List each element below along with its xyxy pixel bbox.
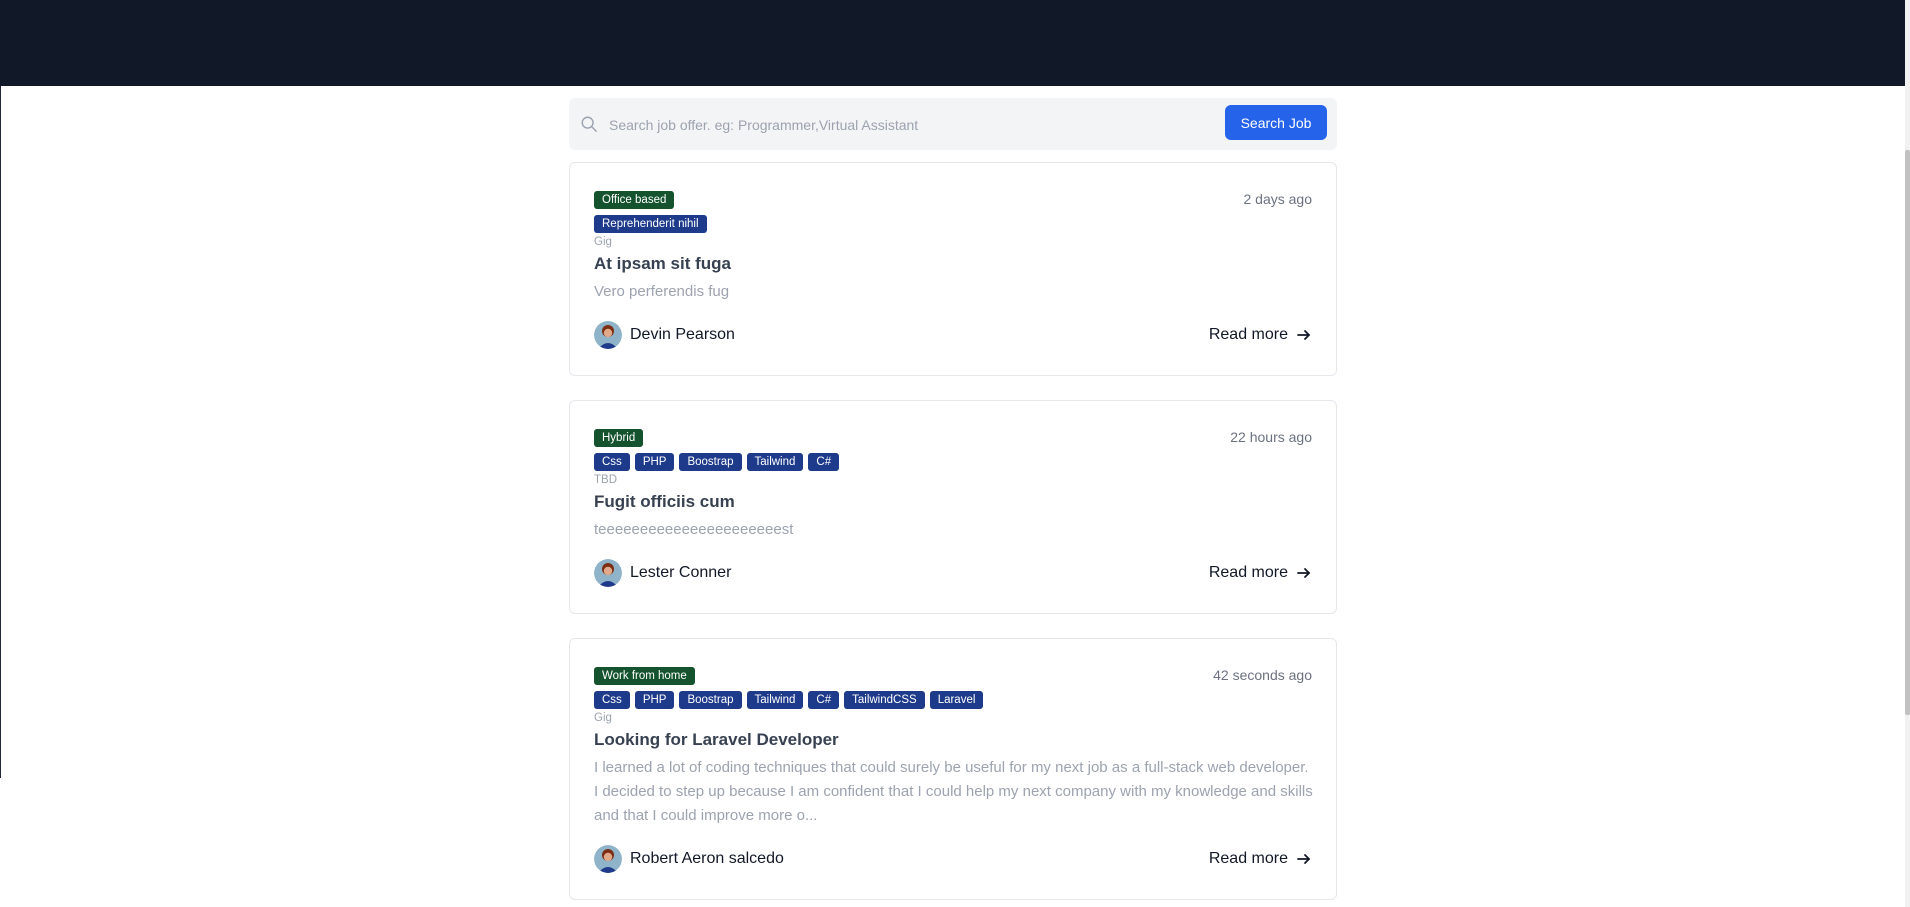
skill-tag: Tailwind bbox=[746, 691, 804, 709]
read-more-label: Read more bbox=[1208, 326, 1288, 343]
search-input[interactable] bbox=[607, 108, 1261, 142]
job-card[interactable]: 42 seconds ago Work from home Css PHP Bo… bbox=[569, 638, 1337, 900]
job-author: Devin Pearson bbox=[594, 321, 735, 349]
skill-tag: PHP bbox=[634, 691, 675, 709]
left-edge-divider bbox=[0, 86, 1, 778]
job-description: I learned a lot of coding techniques tha… bbox=[594, 759, 1313, 824]
location-tags: Hybrid bbox=[594, 429, 644, 447]
avatar bbox=[594, 321, 622, 349]
skill-tag: PHP bbox=[634, 453, 675, 471]
search-icon bbox=[581, 116, 597, 132]
skill-tags: Reprehenderit nihil bbox=[594, 215, 707, 233]
location-tags: Office based bbox=[594, 191, 675, 209]
top-navbar bbox=[0, 0, 1905, 86]
location-tag: Work from home bbox=[594, 667, 695, 685]
avatar bbox=[594, 845, 622, 873]
skill-tag: Boostrap bbox=[679, 453, 742, 471]
job-author: Lester Conner bbox=[594, 559, 731, 587]
read-more-link[interactable]: Read more bbox=[1209, 326, 1312, 344]
skill-tag: Css bbox=[594, 453, 630, 471]
arrow-right-icon bbox=[1297, 854, 1310, 864]
skill-tag: TailwindCSS bbox=[844, 691, 925, 709]
skill-tags: Css PHP Boostrap Tailwind C# bbox=[594, 453, 840, 471]
author-name: Robert Aeron salcedo bbox=[630, 850, 784, 867]
job-title[interactable]: Looking for Laravel Developer bbox=[594, 730, 839, 750]
job-author: Robert Aeron salcedo bbox=[594, 845, 784, 873]
job-description: teeeeeeeeeeeeeeeeeeeeeest bbox=[594, 521, 794, 538]
skill-tag: C# bbox=[808, 691, 840, 709]
read-more-link[interactable]: Read more bbox=[1209, 850, 1312, 868]
job-card[interactable]: 22 hours ago Hybrid Css PHP Boostrap Tai… bbox=[569, 400, 1337, 614]
read-more-label: Read more bbox=[1208, 850, 1288, 867]
read-more-label: Read more bbox=[1208, 564, 1288, 581]
avatar bbox=[594, 559, 622, 587]
job-title[interactable]: At ipsam sit fuga bbox=[594, 254, 731, 274]
job-type: TBD bbox=[594, 474, 617, 486]
job-title[interactable]: Fugit officiis cum bbox=[594, 492, 735, 512]
scrollbar-track[interactable] bbox=[1905, 0, 1910, 907]
location-tag: Hybrid bbox=[594, 429, 644, 447]
arrow-right-icon bbox=[1297, 330, 1310, 340]
author-name: Devin Pearson bbox=[630, 326, 735, 343]
search-bar: Search Job bbox=[569, 98, 1337, 150]
skill-tag: Laravel bbox=[929, 691, 984, 709]
job-type: Gig bbox=[594, 236, 612, 248]
job-card[interactable]: 2 days ago Office based Reprehenderit ni… bbox=[569, 162, 1337, 376]
skill-tag: Tailwind bbox=[746, 453, 804, 471]
main-content: Search Job 2 days ago Office based Repre… bbox=[569, 98, 1337, 900]
job-type: Gig bbox=[594, 712, 612, 724]
location-tag: Office based bbox=[594, 191, 675, 209]
read-more-link[interactable]: Read more bbox=[1209, 564, 1312, 582]
skill-tags: Css PHP Boostrap Tailwind C# TailwindCSS… bbox=[594, 691, 984, 709]
skill-tag: Reprehenderit nihil bbox=[594, 215, 707, 233]
arrow-right-icon bbox=[1297, 568, 1310, 578]
location-tags: Work from home bbox=[594, 667, 695, 685]
scrollbar-thumb[interactable] bbox=[1905, 150, 1910, 715]
skill-tag: Boostrap bbox=[679, 691, 742, 709]
job-description: Vero perferendis fug bbox=[594, 283, 730, 300]
posted-time: 42 seconds ago bbox=[1213, 667, 1312, 683]
skill-tag: C# bbox=[808, 453, 840, 471]
posted-time: 2 days ago bbox=[1243, 191, 1313, 207]
skill-tag: Css bbox=[594, 691, 630, 709]
posted-time: 22 hours ago bbox=[1230, 429, 1312, 445]
page: Search Job 2 days ago Office based Repre… bbox=[0, 0, 1910, 907]
search-job-button[interactable]: Search Job bbox=[1225, 105, 1327, 140]
author-name: Lester Conner bbox=[630, 564, 732, 581]
